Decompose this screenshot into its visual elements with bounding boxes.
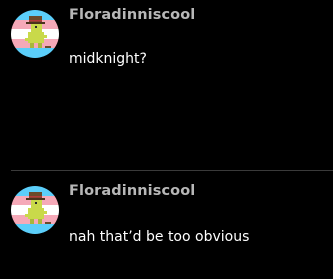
avatar[interactable] xyxy=(11,10,59,58)
username[interactable]: Floradinniscool xyxy=(69,7,195,23)
trans-flag-dinosaur-avatar-icon xyxy=(11,10,59,58)
message-text: nah that’d be too obvious xyxy=(69,229,250,245)
username[interactable]: Floradinniscool xyxy=(69,183,195,199)
message-text: midknight? xyxy=(69,51,147,67)
avatar[interactable] xyxy=(11,186,59,234)
post-item: Floradinniscool midknight? xyxy=(0,0,333,170)
divider xyxy=(11,170,333,171)
post-item: Floradinniscool nah that’d be too obviou… xyxy=(0,176,333,279)
trans-flag-dinosaur-avatar-icon xyxy=(11,186,59,234)
